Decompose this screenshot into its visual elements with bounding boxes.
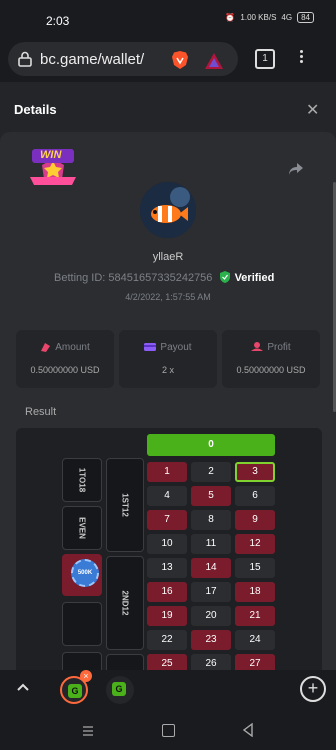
brave-shield-icon[interactable] — [171, 50, 189, 75]
lock-icon — [18, 51, 32, 67]
roulette-number: 10 — [147, 534, 187, 554]
bet-date: 4/2/2022, 1:57:55 AM — [125, 292, 211, 302]
bet-2nd12: 2ND12 — [106, 556, 144, 650]
roulette-number: 9 — [235, 510, 275, 530]
roulette-number: 23 — [191, 630, 231, 650]
alarm-icon: ⏰ — [225, 13, 236, 22]
status-time: 2:03 — [46, 14, 70, 28]
roulette-number: 16 — [147, 582, 187, 602]
details-title: Details — [14, 102, 57, 117]
close-tab-icon[interactable]: × — [80, 670, 92, 682]
profit-icon — [251, 342, 264, 355]
details-modal: Details ✕ WIN yllaeR Betting ID: 5845165… — [0, 82, 336, 688]
new-tab-button[interactable]: + — [300, 676, 326, 702]
status-icons: ⏰ 1.00 KB/S 4G 84 — [225, 12, 314, 23]
roulette-number: 6 — [235, 486, 275, 506]
win-badge-text: WIN — [40, 149, 62, 161]
share-icon[interactable] — [288, 162, 304, 181]
battery-icon: 84 — [297, 12, 314, 23]
bet-black — [62, 602, 102, 646]
stat-profit-label: Profit — [267, 342, 291, 353]
roulette-number: 20 — [191, 606, 231, 626]
betting-id-label: Betting ID: — [54, 272, 106, 284]
chip-icon: 500K — [71, 559, 99, 587]
bet-details-card: WIN yllaeR Betting ID: 58451657335242756 — [0, 132, 336, 688]
brave-rewards-icon[interactable] — [204, 52, 224, 70]
roulette-number: 19 — [147, 606, 187, 626]
roulette-number: 17 — [191, 582, 231, 602]
roulette-number: 18 — [235, 582, 275, 602]
stat-profit: Profit 0.50000000 USD — [222, 330, 320, 388]
more-menu-icon[interactable] — [300, 48, 304, 65]
username: yllaeR — [152, 251, 184, 263]
browser-bottom-bar: G × G + — [0, 670, 336, 710]
roulette-number: 22 — [147, 630, 187, 650]
roulette-number: 2 — [191, 462, 231, 482]
stat-amount-value: 0.50000000 USD — [30, 365, 100, 375]
roulette-number: 4 — [147, 486, 187, 506]
roulette-number: 11 — [191, 534, 231, 554]
payout-icon — [144, 342, 157, 355]
stat-amount: Amount 0.50000000 USD — [16, 330, 114, 388]
avatar — [140, 182, 196, 238]
roulette-number: 1 — [147, 462, 187, 482]
roulette-number: 7 — [147, 510, 187, 530]
amount-icon — [40, 342, 51, 355]
browser-toolbar: bc.game/wallet/ 1 — [0, 40, 336, 82]
verified-shield-icon — [219, 271, 230, 286]
roulette-zero: 0 — [147, 434, 275, 456]
bet-1st12: 1ST12 — [106, 458, 144, 552]
system-nav-bar — [0, 710, 336, 750]
roulette-number: 5 — [191, 486, 231, 506]
status-bar: 2:03 ⏰ 1.00 KB/S 4G 84 — [0, 0, 336, 40]
net-speed: 1.00 KB/S — [240, 13, 277, 22]
url-text: bc.game/wallet/ — [40, 50, 145, 68]
stat-payout-value: 2 x — [161, 365, 174, 375]
betting-id-row: Betting ID: 58451657335242756 Verified — [54, 271, 274, 286]
bet-1to18: 1TO18 — [62, 458, 102, 502]
roulette-number: 14 — [191, 558, 231, 578]
home-icon[interactable] — [162, 724, 175, 737]
recents-icon[interactable] — [82, 724, 94, 742]
stat-profit-value: 0.50000000 USD — [236, 365, 306, 375]
back-icon[interactable] — [242, 722, 254, 742]
roulette-number: 21 — [235, 606, 275, 626]
bet-even: EVEN — [62, 506, 102, 550]
result-label: Result — [25, 406, 57, 418]
roulette-number: 12 — [235, 534, 275, 554]
stat-amount-label: Amount — [55, 342, 90, 353]
tab-bcgame[interactable]: G — [106, 676, 134, 704]
win-badge: WIN — [26, 147, 80, 191]
betting-id-value: 58451657335242756 — [108, 272, 213, 284]
roulette-number: 24 — [235, 630, 275, 650]
signal-label: 4G — [281, 13, 293, 22]
roulette-board: 0 1TO18 EVEN 500K 1ST12 2ND12 1234567891… — [16, 428, 322, 688]
stat-payout-label: Payout — [160, 342, 192, 353]
stat-payout: Payout 2 x — [119, 330, 217, 388]
bcgame-icon: G — [68, 684, 82, 698]
bcgame-icon: G — [112, 682, 126, 696]
roulette-number: 8 — [191, 510, 231, 530]
close-icon[interactable]: ✕ — [306, 100, 319, 120]
roulette-number: 3 — [235, 462, 275, 482]
roulette-number: 15 — [235, 558, 275, 578]
bet-red-with-chip: 500K — [62, 554, 102, 596]
chevron-up-icon[interactable] — [16, 680, 30, 699]
roulette-number: 13 — [147, 558, 187, 578]
verified-label: Verified — [234, 272, 275, 284]
tabs-button[interactable]: 1 — [255, 49, 275, 69]
